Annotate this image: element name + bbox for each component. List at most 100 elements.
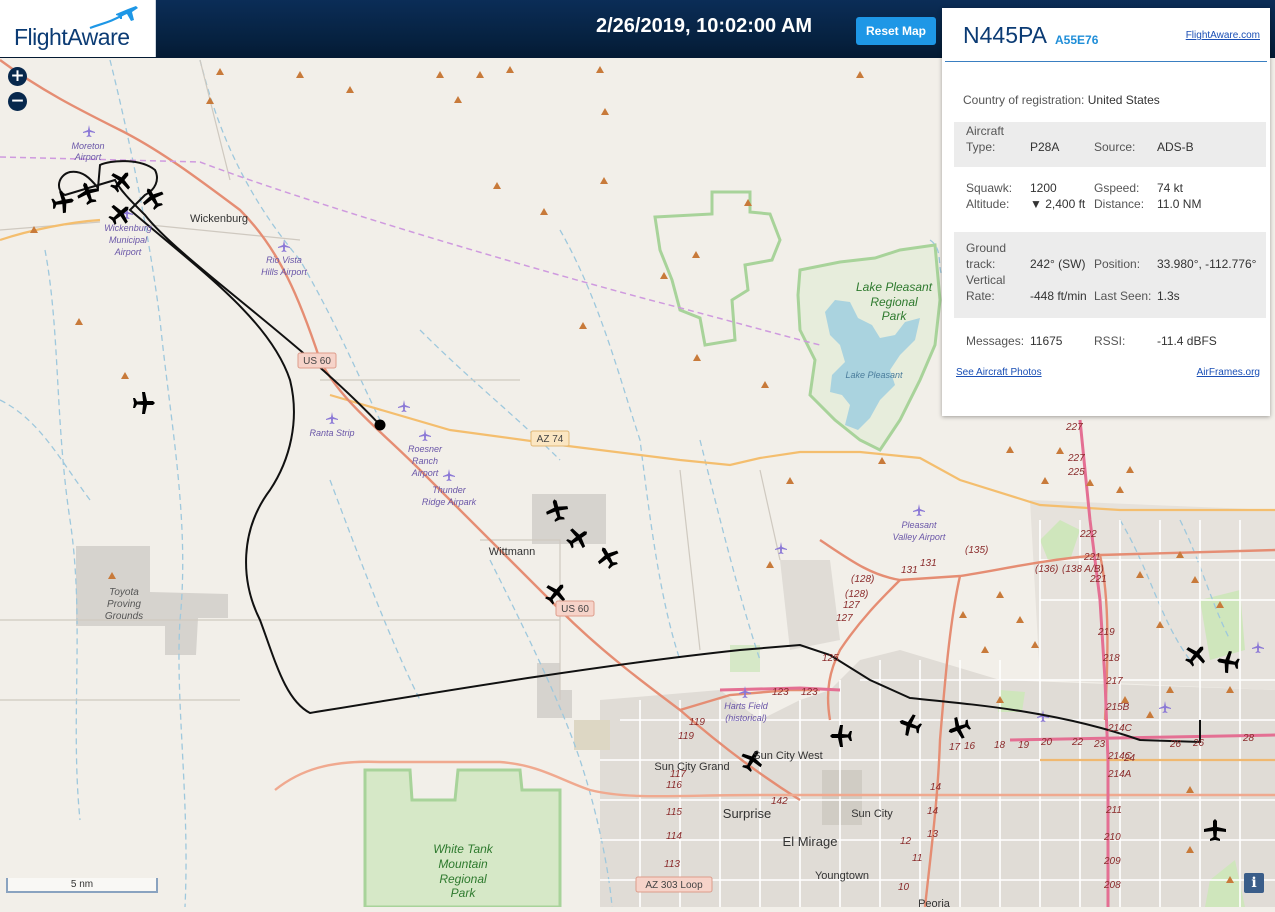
svg-text:23: 23 [1093,739,1106,750]
svg-text:115: 115 [666,807,682,818]
svg-text:131: 131 [901,565,918,576]
svg-text:Rio Vista: Rio Vista [266,255,302,265]
svg-text:(135): (135) [965,545,988,556]
svg-text:222: 222 [1079,529,1097,540]
svg-text:20: 20 [1040,737,1053,748]
svg-text:Thunder: Thunder [432,485,467,495]
svg-text:208: 208 [1103,880,1121,891]
zoom-out-button[interactable]: − [8,92,27,111]
svg-text:US 60: US 60 [561,604,589,615]
svg-text:227: 227 [1067,453,1085,464]
svg-text:Sun City Grand: Sun City Grand [654,761,729,773]
reset-map-button[interactable]: Reset Map [856,17,936,45]
map-scale-bar: 5 nm [6,878,158,893]
svg-text:Mountain: Mountain [438,857,488,871]
aircraft-position-dot[interactable] [374,419,386,431]
squawk-altitude-row: Squawk: 1200 Gspeed: 74 kt Altitude: ▼ 2… [954,176,1266,220]
vertical-label-2: Rate: [966,289,995,303]
svg-text:114: 114 [666,831,682,842]
svg-text:Ranta Strip: Ranta Strip [309,428,354,438]
flightaware-link[interactable]: FlightAware.com [1186,30,1260,41]
last-seen-label: Last Seen: [1094,289,1152,303]
svg-text:Park: Park [451,886,477,900]
messages-label: Messages: [966,334,1025,348]
svg-text:10: 10 [898,882,910,893]
flightaware-logo[interactable]: FlightAware [0,0,156,57]
svg-text:24: 24 [1123,753,1136,764]
svg-text:217: 217 [1105,676,1123,687]
gspeed-label: Gspeed: [1094,181,1140,195]
country-label: Country of registration: [963,93,1085,107]
svg-text:125: 125 [822,653,839,664]
svg-text:119: 119 [689,717,705,728]
svg-text:Regional: Regional [870,295,918,309]
svg-text:17: 17 [949,742,961,753]
svg-text:16: 16 [964,741,976,752]
svg-text:Surprise: Surprise [723,806,771,821]
svg-text:Harts Field: Harts Field [724,701,769,711]
svg-text:US 60: US 60 [303,356,331,367]
svg-text:142: 142 [771,796,788,807]
svg-text:(128): (128) [851,574,874,585]
aircraft-registration: N445PA [963,22,1047,48]
svg-text:Proving: Proving [107,599,141,610]
svg-text:Airport: Airport [114,247,142,257]
svg-text:214A: 214A [1107,769,1132,780]
svg-text:215B: 215B [1105,702,1130,713]
svg-text:11: 11 [912,853,922,864]
svg-text:(136): (136) [1035,564,1058,575]
svg-text:Peoria: Peoria [918,898,951,907]
svg-text:123: 123 [801,687,818,698]
svg-text:Ranch: Ranch [412,456,438,466]
source-value: ADS-B [1157,140,1194,154]
svg-text:Pleasant: Pleasant [901,520,937,530]
country-value: United States [1087,93,1160,107]
svg-text:22: 22 [1071,737,1084,748]
svg-text:127: 127 [836,613,853,624]
zoom-in-button[interactable]: + [8,67,27,86]
svg-text:211: 211 [1105,805,1122,816]
svg-text:Grounds: Grounds [105,611,143,622]
source-label: Source: [1094,140,1136,154]
svg-text:Youngtown: Youngtown [815,870,869,882]
aircraft-hex-code: A55E76 [1055,33,1099,47]
ground-label-1: Ground [966,241,1007,255]
country-row: Country of registration: United States [963,93,1160,107]
svg-text:19: 19 [1018,740,1030,751]
svg-text:26: 26 [1169,739,1182,750]
aircraft-photos-link[interactable]: See Aircraft Photos [956,367,1042,378]
svg-text:Airport: Airport [411,468,439,478]
svg-text:Toyota: Toyota [109,587,139,598]
svg-text:221: 221 [1089,574,1107,585]
svg-text:Hills Airport: Hills Airport [261,267,307,277]
svg-text:113: 113 [664,859,680,870]
svg-text:221: 221 [1083,552,1101,563]
svg-text:Park: Park [882,309,908,323]
map-datetime: 2/26/2019, 10:02:00 AM [596,15,813,37]
svg-text:12: 12 [900,836,912,847]
messages-value: 11675 [1030,334,1063,348]
airframes-link[interactable]: AirFrames.org [1197,367,1260,378]
svg-text:227: 227 [1065,422,1083,433]
svg-text:Valley Airport: Valley Airport [893,532,946,542]
svg-text:218: 218 [1102,653,1120,664]
squawk-label: Squawk: [966,181,1013,195]
svg-text:Sun City: Sun City [851,808,893,820]
aircraft-label-1: Aircraft [966,124,1005,138]
info-button[interactable]: i [1244,873,1264,893]
svg-text:14: 14 [930,782,942,793]
track-rate-row: Ground track: 242° (SW) Position: 33.980… [954,232,1266,318]
position-value: 33.980°, -112.776° [1157,257,1257,271]
svg-text:225: 225 [1067,467,1085,478]
aircraft-type-value: P28A [1030,140,1060,154]
svg-text:Lake Pleasant: Lake Pleasant [845,370,903,380]
svg-text:Airport: Airport [74,152,102,162]
svg-text:18: 18 [994,740,1006,751]
altitude-label: Altitude: [966,197,1010,211]
ground-label-2: track: [966,257,996,271]
svg-text:Regional: Regional [439,872,487,886]
vertical-rate-value: -448 ft/min [1030,289,1087,303]
svg-text:Sun City West: Sun City West [753,750,823,762]
svg-text:(128): (128) [845,589,868,600]
rssi-value: -11.4 dBFS [1157,334,1217,348]
